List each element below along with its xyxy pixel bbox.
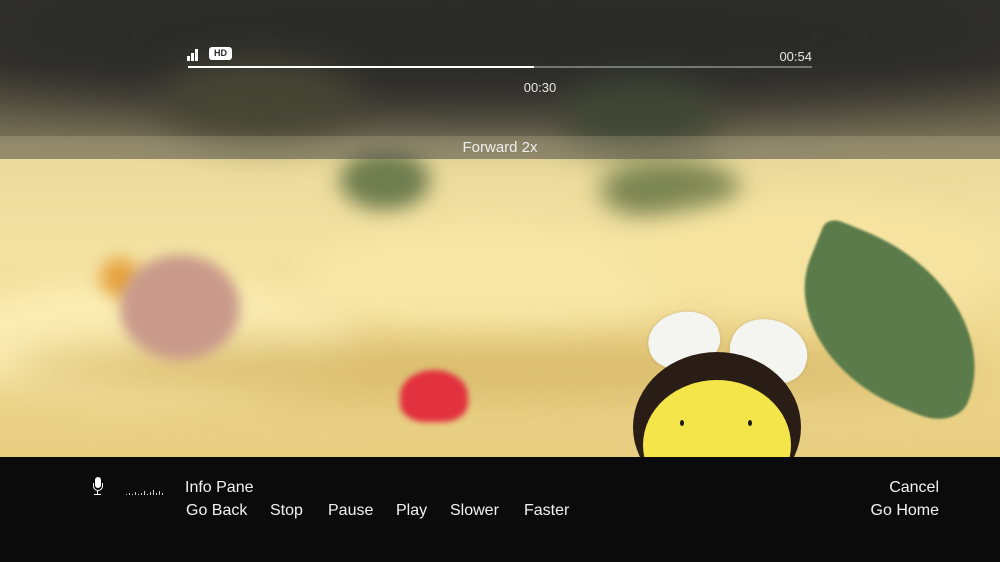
total-duration: 00:54 [779,49,812,64]
bee-eye [680,420,684,426]
voice-command-faster[interactable]: Faster [524,502,569,520]
signal-strength-icon [187,49,203,61]
voice-command-slower[interactable]: Slower [450,502,499,520]
sugar-flower [120,255,240,360]
voice-command-go-home[interactable]: Go Home [840,502,939,520]
progress-fill [188,66,535,68]
background-leaf [340,150,430,210]
video-player: HD 00:54 00:30 Forward 2x Info Pane Go B… [0,0,1000,562]
progress-bar[interactable] [188,66,812,68]
current-time: 00:30 [523,80,557,95]
voice-command-bar: Info Pane Go Back Stop Pause Play Slower… [0,457,1000,562]
voice-command-go-back[interactable]: Go Back [186,502,247,520]
voice-command-stop[interactable]: Stop [270,502,303,520]
voice-command-pause[interactable]: Pause [328,502,373,520]
voice-command-info-pane[interactable]: Info Pane [185,479,254,497]
red-candy [400,370,468,422]
microphone-icon [92,477,104,495]
hd-badge: HD [209,47,232,60]
frosting-wave [300,230,680,340]
progress-overlay: HD 00:54 00:30 [0,0,1000,136]
voice-level-meter-icon [126,489,166,495]
voice-command-play[interactable]: Play [396,502,427,520]
voice-command-cancel[interactable]: Cancel [840,479,939,497]
bee-eye [748,420,752,426]
playback-speed-banner: Forward 2x [0,136,1000,159]
